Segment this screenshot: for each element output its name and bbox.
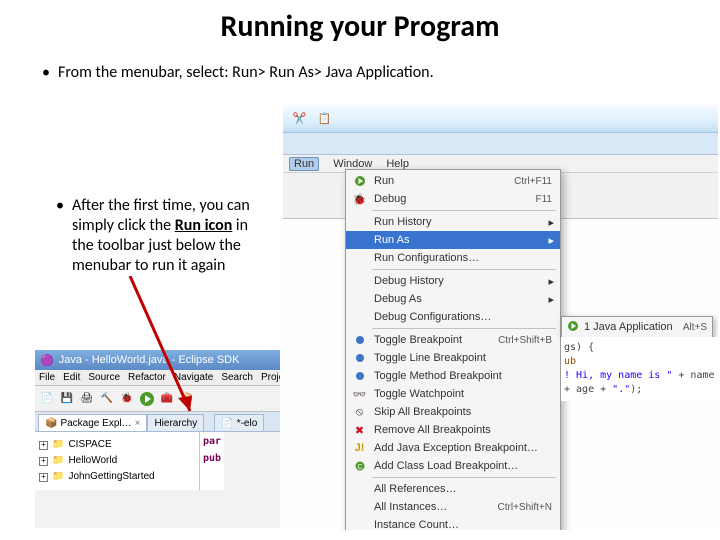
debug-button[interactable]: 🐞 [118,390,136,408]
dd-item-debug-history[interactable]: Debug History▸ [346,272,560,290]
editor-line: pub [203,453,221,464]
project-icon: 📁 [52,453,64,469]
run-button[interactable] [138,390,156,408]
dd-item-debug-config[interactable]: Debug Configurations… [346,308,560,326]
dd-item-toggle-watch[interactable]: 👓Toggle Watchpoint [346,385,560,403]
screenshot-toolbar: 🟣 Java - HelloWorld.java - Eclipse SDK F… [35,350,280,528]
delete-icon: ✖ [352,423,367,438]
menu-edit[interactable]: Edit [63,372,80,383]
dd-item-run-config[interactable]: Run Configurations… [346,249,560,267]
menu-file[interactable]: File [39,372,55,383]
dd-item-remove-all[interactable]: ✖Remove All Breakpoints [346,421,560,439]
chevron-right-icon: ▸ [548,216,554,229]
page-strip [283,133,718,155]
menu-project[interactable]: Project [261,372,280,383]
copy-icon: 📋 [314,108,335,129]
java-file-icon: 📄 [221,418,233,429]
new-package-icon[interactable]: 📦 [178,390,196,408]
dd-item-debug-as[interactable]: Debug As▸ [346,290,560,308]
package-icon: 📦 [45,418,57,429]
dd-item-inst-count[interactable]: Instance Count… [346,516,560,530]
package-explorer: +📁CISPACE +📁HelloWorld +📁JohnGettingStar… [35,432,200,490]
menu-source[interactable]: Source [88,372,120,383]
eclipse-icon: 🟣 [40,354,54,367]
project-icon: 📁 [52,437,64,453]
menu-refactor[interactable]: Refactor [128,372,166,383]
tab-editor[interactable]: 📄*-elo [214,414,264,431]
svg-text:C: C [357,464,362,471]
dd-item-all-refs[interactable]: All References… [346,480,560,498]
menu-run[interactable]: Run [289,157,319,171]
tab-package-explorer[interactable]: 📦Package Expl…× [38,414,147,431]
class-icon: C [352,459,367,474]
run-icon [352,174,367,189]
screenshot-run-menu: ✂️ 📋 Run Window Help RunCtrl+F11 🐞DebugF… [283,105,718,530]
save-icon[interactable]: 💾 [58,390,76,408]
menu-search[interactable]: Search [221,372,253,383]
bullet-1: From the menubar, select: Run> Run As> J… [58,63,434,82]
tree-item[interactable]: +📁JohnGettingStarted [39,469,195,485]
chevron-right-icon: ▸ [548,234,554,247]
new-icon[interactable]: 📄 [38,390,56,408]
slide-title: Running your Program [0,0,720,45]
tree-item[interactable]: +📁CISPACE [39,437,195,453]
exception-icon: J! [352,441,367,456]
project-icon: 📁 [52,469,64,485]
dd-item-add-class-load[interactable]: CAdd Class Load Breakpoint… [346,457,560,475]
menu-window[interactable]: Window [333,158,372,170]
dd-item-run-as[interactable]: Run As▸ [346,231,560,249]
editor-code: gs) { ub ! Hi, my name is " + name + age… [561,337,718,401]
run-dropdown: RunCtrl+F11 🐞DebugF11 Run History▸ Run A… [345,169,561,530]
dd-item-toggle-line[interactable]: Toggle Line Breakpoint [346,349,560,367]
editor-line: par [203,436,221,447]
dd-item-debug[interactable]: 🐞DebugF11 [346,190,560,208]
ext-tools-icon[interactable]: 🧰 [158,390,176,408]
dd-item-run[interactable]: RunCtrl+F11 [346,172,560,190]
eclipse-menubar-2: File Edit Source Refactor Navigate Searc… [35,370,280,386]
debug-icon: 🐞 [352,192,367,207]
view-tabs: 📦Package Expl…× Hierarchy 📄*-elo [35,412,280,432]
tab-hierarchy[interactable]: Hierarchy [147,414,204,431]
dd-item-skip-all[interactable]: ⦸Skip All Breakpoints [346,403,560,421]
dd-item-all-inst[interactable]: All Instances…Ctrl+Shift+N [346,498,560,516]
close-icon[interactable]: × [135,418,141,429]
run-as-submenu[interactable]: 1 Java Application Alt+S [561,316,713,338]
eclipse-toolbar-2: 📄 💾 🖨 🔨 🐞 🧰 📦 [35,386,280,412]
dd-item-toggle-bp[interactable]: Toggle BreakpointCtrl+Shift+B [346,331,560,349]
window-titlebar: 🟣 Java - HelloWorld.java - Eclipse SDK [35,350,280,370]
print-icon[interactable]: 🖨 [78,390,96,408]
tree-item[interactable]: +📁HelloWorld [39,453,195,469]
cut-icon: ✂️ [289,108,310,129]
menu-help[interactable]: Help [386,158,409,170]
dd-item-toggle-method[interactable]: Toggle Method Breakpoint [346,367,560,385]
menu-navigate[interactable]: Navigate [174,372,213,383]
dd-item-add-java-ex[interactable]: J!Add Java Exception Breakpoint… [346,439,560,457]
breakpoint-icon [352,333,367,348]
bullet-2: After the first time, you can simply cli… [72,196,262,276]
java-app-icon [567,320,579,335]
word-ribbon: ✂️ 📋 [283,105,718,133]
build-icon[interactable]: 🔨 [98,390,116,408]
dd-item-run-history[interactable]: Run History▸ [346,213,560,231]
